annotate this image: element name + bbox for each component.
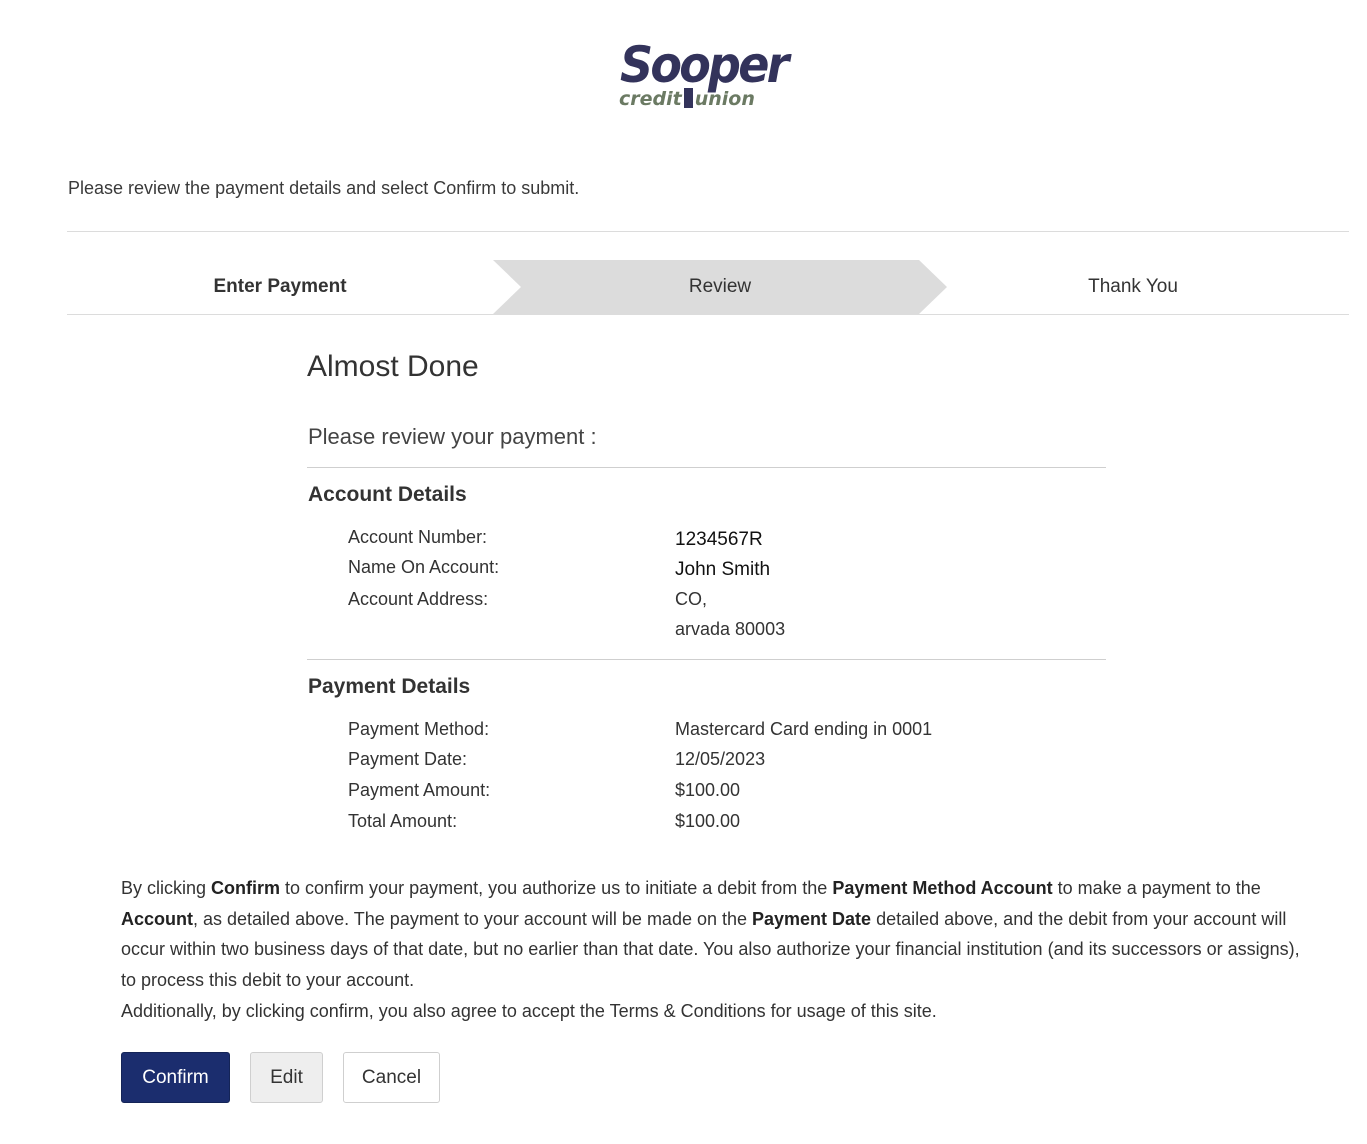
logo-tagline-credit: credit — [619, 88, 682, 110]
legal-emphasis-payment-method: Payment Method Account — [832, 878, 1053, 898]
payment-method-value: Mastercard Card ending in 0001 — [675, 719, 933, 739]
payment-amount-label: Payment Amount: — [348, 780, 491, 800]
logo-tagline: credit union — [619, 88, 755, 110]
legal-text: By clicking — [121, 878, 212, 898]
legal-emphasis-payment-date: Payment Date — [752, 908, 872, 929]
total-amount-value: $100.00 — [675, 811, 741, 831]
legal-emphasis-account: Account — [121, 908, 193, 929]
payment-method-row: Payment Method: Mastercard Card ending i… — [348, 719, 1108, 749]
name-on-account-row: Name On Account: John Smith — [348, 557, 1108, 587]
step-thank-you: Thank You — [1088, 276, 1178, 297]
stepper-bottom-divider — [67, 314, 1349, 315]
payment-date-label: Payment Date: — [348, 749, 468, 769]
section-divider — [307, 659, 1106, 660]
cancel-button[interactable]: Cancel — [343, 1052, 440, 1103]
payment-amount-row: Payment Amount: $100.00 — [348, 780, 1108, 810]
edit-button[interactable]: Edit — [250, 1052, 323, 1103]
logo-wordmark: Sooper — [620, 36, 789, 94]
logo-tagline-union: union — [694, 88, 755, 110]
sooper-credit-union-logo: Sooper credit union — [614, 34, 799, 114]
intro-instructions: Please review the payment details and se… — [68, 178, 580, 198]
account-address-row: Account Address: CO, — [348, 589, 1108, 619]
account-number-value: 1234567R — [675, 529, 763, 550]
confirm-button[interactable]: Confirm — [121, 1052, 230, 1103]
account-address-label: Account Address: — [348, 589, 489, 609]
account-number-row: Account Number: 1234567R — [348, 527, 1108, 557]
account-address-line2: arvada 80003 — [675, 619, 786, 639]
payment-method-label: Payment Method: — [348, 719, 490, 739]
account-number-label: Account Number: — [348, 527, 488, 547]
authorization-paragraph: By clicking Confirm to confirm your paym… — [121, 873, 1301, 996]
page-title: Almost Done — [307, 350, 479, 383]
logo-bar-mark — [683, 88, 693, 108]
terms-agreement-paragraph: Additionally, by clicking confirm, you a… — [121, 1000, 937, 1021]
step-enter-payment: Enter Payment — [213, 276, 347, 297]
step-review: Review — [493, 260, 947, 314]
step-review-label: Review — [688, 276, 752, 297]
legal-text: , as detailed above. The payment to your… — [193, 908, 753, 929]
review-subtitle: Please review your payment : — [308, 424, 597, 449]
account-address-line1: CO, — [675, 589, 708, 609]
payment-amount-value: $100.00 — [675, 780, 741, 800]
authorization-disclaimer: By clicking Confirm to confirm your paym… — [121, 873, 1301, 1027]
account-details-heading: Account Details — [308, 483, 467, 506]
legal-text: to confirm your payment, you authorize u… — [280, 878, 833, 898]
payment-details-heading: Payment Details — [308, 675, 471, 698]
total-amount-row: Total Amount: $100.00 — [348, 811, 1108, 841]
account-address-line2-row: arvada 80003 — [348, 619, 1108, 649]
section-divider — [307, 467, 1106, 468]
payment-date-row: Payment Date: 12/05/2023 — [348, 749, 1108, 779]
stepper-top-divider — [67, 231, 1349, 232]
name-on-account-label: Name On Account: — [348, 557, 500, 577]
name-on-account-value: John Smith — [675, 559, 771, 580]
payment-date-value: 12/05/2023 — [675, 749, 766, 769]
total-amount-label: Total Amount: — [348, 811, 458, 831]
legal-emphasis-confirm: Confirm — [211, 878, 281, 898]
progress-stepper: Enter Payment Review Thank You — [67, 260, 1347, 314]
legal-text: to make a payment to the — [1052, 878, 1261, 898]
